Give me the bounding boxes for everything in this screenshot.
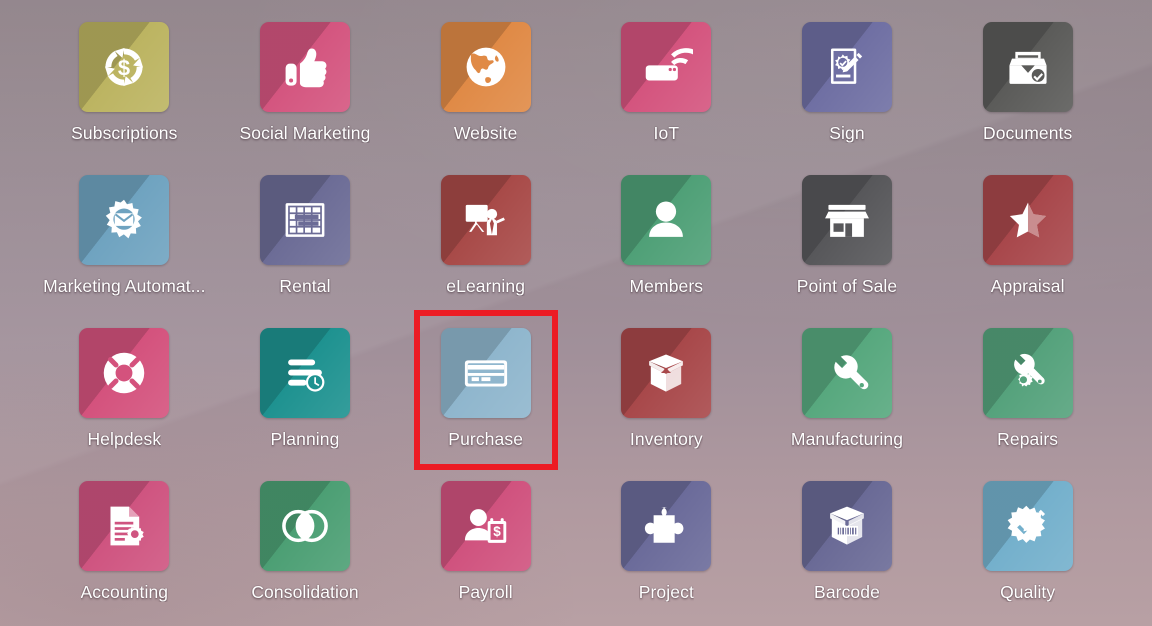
app-item-purchase[interactable]: Purchase <box>395 318 576 471</box>
app-item-sign[interactable]: Sign <box>757 12 938 165</box>
app-label-inventory: Inventory <box>629 429 703 449</box>
app-label-purchase: Purchase <box>448 429 524 449</box>
app-item-quality[interactable]: Quality <box>937 471 1118 624</box>
app-item-iot[interactable]: IoT <box>576 12 757 165</box>
app-item-barcode[interactable]: Barcode <box>757 471 938 624</box>
badge-pencil-icon[interactable] <box>982 481 1073 571</box>
app-item-appraisal[interactable]: Appraisal <box>937 165 1118 318</box>
app-item-payroll[interactable]: $ Payroll <box>395 471 576 624</box>
app-item-website[interactable]: Website <box>395 12 576 165</box>
thumbs-up-icon[interactable] <box>259 22 350 112</box>
open-box-icon[interactable] <box>621 328 712 418</box>
app-label-members: Members <box>629 276 704 296</box>
storefront-icon[interactable] <box>801 175 892 265</box>
document-pencil-icon[interactable] <box>801 22 892 112</box>
app-item-inventory[interactable]: Inventory <box>576 318 757 471</box>
app-label-appraisal: Appraisal <box>990 276 1065 296</box>
app-label-quality: Quality <box>1000 582 1056 602</box>
app-item-manufacturing[interactable]: Manufacturing <box>757 318 938 471</box>
app-label-payroll: Payroll <box>458 582 513 602</box>
app-item-point-of-sale[interactable]: Point of Sale <box>757 165 938 318</box>
app-item-repairs[interactable]: Repairs <box>937 318 1118 471</box>
app-label-elearning: eLearning <box>446 276 526 296</box>
app-item-helpdesk[interactable]: Helpdesk <box>34 318 215 471</box>
presenter-board-icon[interactable] <box>440 175 531 265</box>
refresh-dollar-icon[interactable]: $ <box>79 22 170 112</box>
app-item-rental[interactable]: Rental <box>215 165 396 318</box>
document-gear-icon[interactable] <box>79 481 170 571</box>
app-label-rental: Rental <box>279 276 331 296</box>
app-label-sign: Sign <box>829 123 865 143</box>
bars-clock-icon[interactable] <box>259 328 350 418</box>
barcode-box-icon[interactable] <box>801 481 892 571</box>
app-label-planning: Planning <box>270 429 340 449</box>
app-label-marketing-automation: Marketing Automat... <box>43 276 206 296</box>
app-item-accounting[interactable]: Accounting <box>34 471 215 624</box>
app-label-consolidation: Consolidation <box>251 582 359 602</box>
app-label-project: Project <box>638 582 694 602</box>
venn-circles-icon[interactable] <box>259 481 350 571</box>
app-item-members[interactable]: Members <box>576 165 757 318</box>
app-label-subscriptions: Subscriptions <box>71 123 178 143</box>
app-label-point-of-sale: Point of Sale <box>796 276 898 296</box>
person-icon[interactable] <box>621 175 712 265</box>
app-item-subscriptions[interactable]: $ Subscriptions <box>34 12 215 165</box>
app-grid: $ Subscriptions Social Marketing Website… <box>0 0 1152 626</box>
app-item-planning[interactable]: Planning <box>215 318 396 471</box>
gear-envelope-icon[interactable] <box>79 175 170 265</box>
gantt-grid-icon[interactable] <box>259 175 350 265</box>
wifi-router-icon[interactable] <box>621 22 712 112</box>
person-money-icon[interactable]: $ <box>440 481 531 571</box>
app-item-documents[interactable]: Documents <box>937 12 1118 165</box>
puzzle-piece-icon[interactable] <box>621 481 712 571</box>
app-label-accounting: Accounting <box>80 582 169 602</box>
svg-text:$: $ <box>118 55 130 80</box>
app-label-iot: IoT <box>653 123 680 143</box>
svg-text:$: $ <box>493 524 501 539</box>
app-label-helpdesk: Helpdesk <box>87 429 162 449</box>
wrench-gear-icon[interactable] <box>982 328 1073 418</box>
app-label-social-marketing: Social Marketing <box>239 123 371 143</box>
app-label-website: Website <box>453 123 518 143</box>
half-star-icon[interactable] <box>982 175 1073 265</box>
app-item-consolidation[interactable]: Consolidation <box>215 471 396 624</box>
app-item-marketing-automation[interactable]: Marketing Automat... <box>34 165 215 318</box>
app-label-repairs: Repairs <box>997 429 1059 449</box>
lifebuoy-icon[interactable] <box>79 328 170 418</box>
file-tray-check-icon[interactable] <box>982 22 1073 112</box>
app-label-documents: Documents <box>982 123 1073 143</box>
wrench-icon[interactable] <box>801 328 892 418</box>
globe-icon[interactable] <box>440 22 531 112</box>
app-item-elearning[interactable]: eLearning <box>395 165 576 318</box>
app-item-social-marketing[interactable]: Social Marketing <box>215 12 396 165</box>
app-item-project[interactable]: Project <box>576 471 757 624</box>
app-label-manufacturing: Manufacturing <box>790 429 904 449</box>
credit-card-icon[interactable] <box>440 328 531 418</box>
app-label-barcode: Barcode <box>814 582 880 602</box>
